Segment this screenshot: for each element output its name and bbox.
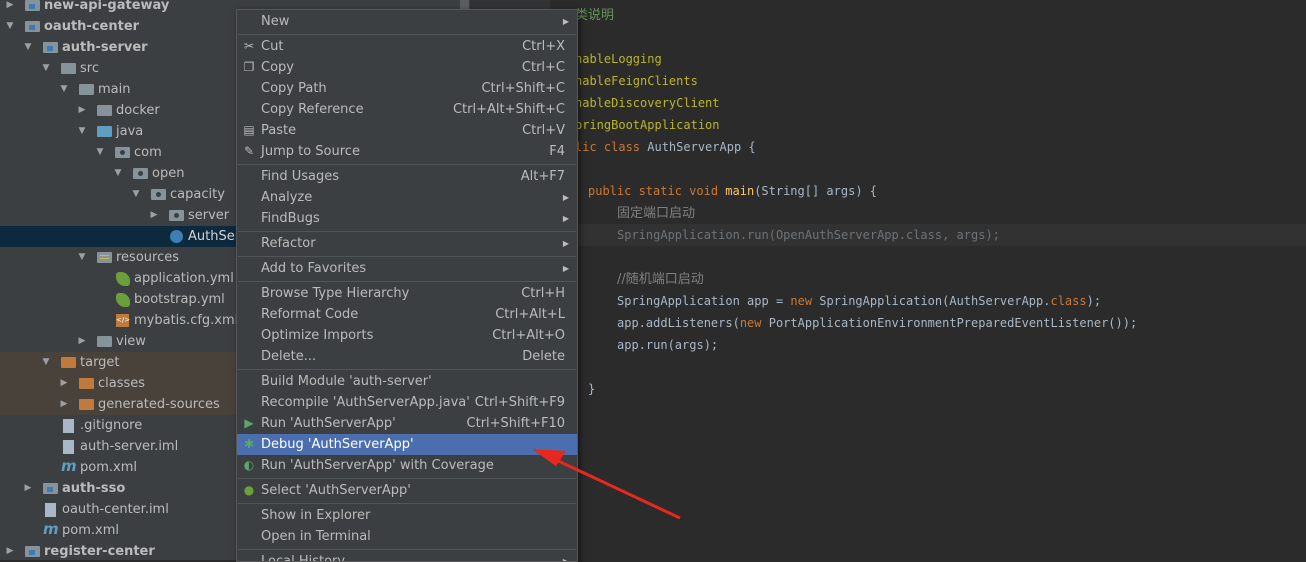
arrow-shaft — [551, 456, 681, 520]
annotation-arrow — [532, 449, 681, 520]
